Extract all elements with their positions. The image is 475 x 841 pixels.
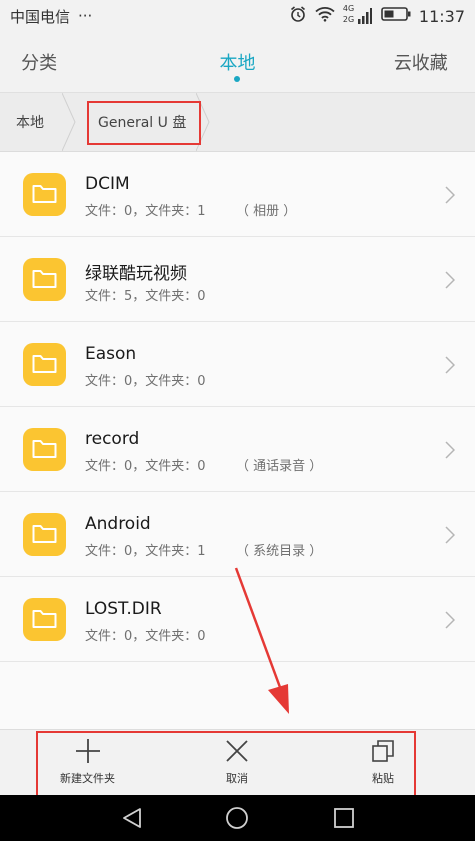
breadcrumb-highlight-box	[87, 101, 201, 145]
folder-name: LOST.DIR	[85, 599, 162, 619]
folder-list: DCIM 文件：0，文件夹：1 （ 相册 ） 绿联酷玩视频 文件：5，文件夹：0…	[0, 152, 475, 662]
folder-meta: 文件：5，文件夹：0	[85, 289, 206, 304]
tab-cloud-label: 云收藏	[393, 53, 448, 74]
folder-name: Android	[85, 514, 151, 534]
folder-icon	[23, 428, 66, 471]
folder-meta: 文件：0，文件夹：0	[85, 374, 206, 389]
status-right: 4G 2G 11:37	[289, 4, 465, 27]
toolbar-highlight-box	[36, 731, 416, 805]
network-type-4g: 4G	[342, 4, 355, 13]
tab-local[interactable]: 本地	[158, 32, 316, 92]
back-icon[interactable]	[120, 806, 144, 830]
battery-icon	[381, 6, 411, 26]
folder-name: DCIM	[85, 174, 130, 194]
notification-dots: ···	[78, 7, 93, 25]
alarm-icon	[289, 5, 307, 27]
chevron-right-icon	[445, 356, 455, 374]
chevron-right-icon	[445, 611, 455, 629]
tab-category[interactable]: 分类	[0, 32, 158, 92]
list-item[interactable]: record 文件：0，文件夹：0 （ 通话录音 ）	[0, 407, 475, 492]
folder-tag: （ 系统目录 ）	[236, 544, 323, 559]
home-icon[interactable]	[225, 806, 249, 830]
folder-icon	[23, 598, 66, 641]
list-item[interactable]: Android 文件：0，文件夹：1 （ 系统目录 ）	[0, 492, 475, 577]
chevron-right-icon	[445, 186, 455, 204]
folder-meta: 文件：0，文件夹：0	[85, 459, 206, 474]
list-item[interactable]: DCIM 文件：0，文件夹：1 （ 相册 ）	[0, 152, 475, 237]
tab-local-label: 本地	[219, 53, 256, 74]
cellular-signal-icon: 4G 2G	[342, 4, 373, 26]
tab-cloud-favorites[interactable]: 云收藏	[317, 32, 475, 92]
folder-name: 绿联酷玩视频	[85, 264, 187, 284]
recent-apps-icon[interactable]	[332, 806, 356, 830]
breadcrumb-separator	[62, 93, 76, 151]
folder-name: record	[85, 429, 140, 449]
folder-icon	[23, 343, 66, 386]
clock: 11:37	[418, 6, 465, 26]
system-nav-bar	[0, 795, 475, 841]
carrier-name: 中国电信	[10, 7, 71, 26]
chevron-right-icon	[445, 526, 455, 544]
breadcrumb-item-local[interactable]: 本地	[16, 93, 44, 151]
folder-meta: 文件：0，文件夹：1	[85, 544, 206, 559]
folder-name: Eason	[85, 344, 137, 364]
carrier-group: 中国电信 ···	[10, 6, 92, 27]
list-item[interactable]: Eason 文件：0，文件夹：0	[0, 322, 475, 407]
folder-icon	[23, 173, 66, 216]
network-type-2g: 2G	[342, 15, 355, 24]
folder-meta: 文件：0，文件夹：0	[85, 629, 206, 644]
chevron-right-icon	[445, 271, 455, 289]
wifi-icon	[315, 6, 335, 26]
breadcrumb: 本地 General U 盘	[0, 92, 475, 152]
active-tab-indicator	[234, 76, 241, 82]
folder-icon	[23, 513, 66, 556]
list-item[interactable]: 绿联酷玩视频 文件：5，文件夹：0	[0, 237, 475, 322]
folder-tag: （ 通话录音 ）	[236, 459, 323, 474]
list-item[interactable]: LOST.DIR 文件：0，文件夹：0	[0, 577, 475, 662]
folder-icon	[23, 258, 66, 301]
tab-category-label: 分类	[21, 53, 58, 74]
folder-meta: 文件：0，文件夹：1	[85, 204, 206, 219]
chevron-right-icon	[445, 441, 455, 459]
folder-tag: （ 相册 ）	[236, 204, 297, 219]
tab-bar: 分类 本地 云收藏	[0, 32, 475, 92]
status-bar: 中国电信 ··· 4G 2G 11:37	[0, 0, 475, 32]
